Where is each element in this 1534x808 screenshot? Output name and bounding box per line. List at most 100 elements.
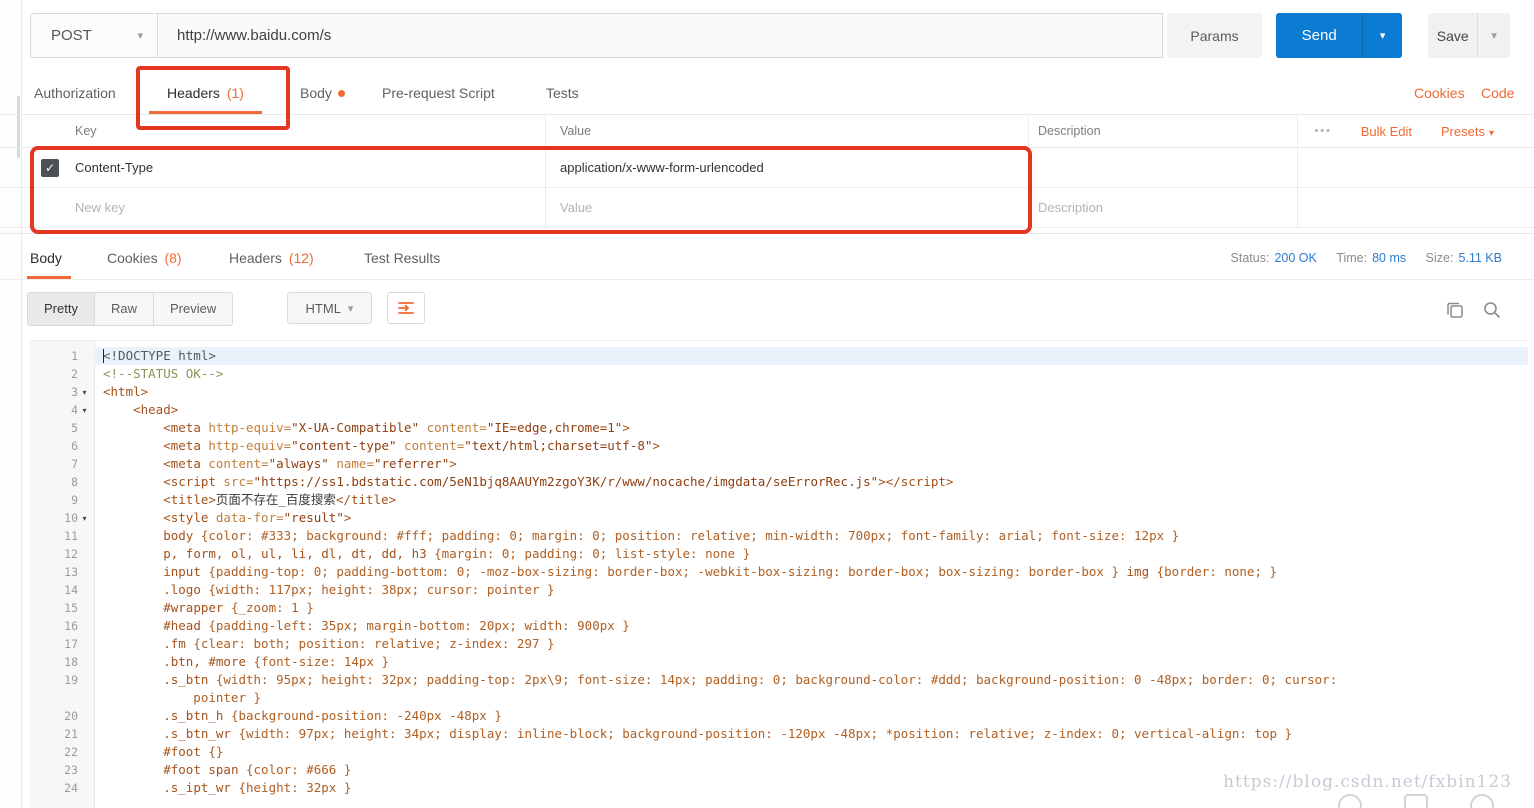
tab-body[interactable]: Body (300, 72, 345, 114)
line-gutter: 13 (30, 563, 94, 581)
code-line: 12 p, form, ol, ul, li, dl, dt, dd, h3 {… (30, 545, 1528, 563)
column-value: Value (560, 124, 592, 138)
code-line: 9 <title>页面不存在_百度搜索</title> (30, 491, 1528, 509)
fold-toggle-icon[interactable]: ▾ (78, 514, 91, 523)
column-divider (1297, 114, 1298, 228)
tab-authorization[interactable]: Authorization (34, 72, 116, 114)
line-gutter: 8 (30, 473, 94, 491)
wrap-text-button[interactable] (387, 292, 425, 324)
code-token: .fm (163, 636, 186, 651)
new-description-input[interactable]: Description (1038, 188, 1103, 227)
line-gutter: 5 (30, 419, 94, 437)
tab-tests[interactable]: Tests (546, 72, 579, 114)
code-text: <html> (94, 383, 1528, 401)
code-token: http-equiv= (200, 420, 292, 435)
line-number: 19 (64, 673, 78, 687)
search-button[interactable] (1481, 299, 1503, 321)
code-text: #foot {} (94, 743, 1528, 761)
tab-pre-request-script[interactable]: Pre-request Script (382, 72, 495, 114)
line-number: 11 (64, 529, 78, 543)
code-token: {border: none; } (1149, 564, 1278, 579)
code-token: "text/html;charset=utf-8" (464, 438, 653, 453)
postman-window: POST ▾ http://www.baidu.com/s Params Sen… (0, 0, 1534, 808)
bulk-edit-link[interactable]: Bulk Edit (1361, 115, 1412, 148)
more-options-icon[interactable]: ••• (1314, 115, 1332, 148)
code-text: <meta http-equiv="content-type" content=… (94, 437, 1528, 455)
line-number: 13 (64, 565, 78, 579)
code-token: .s_btn (163, 672, 209, 687)
code-text: .s_btn_h {background-position: -240px -4… (94, 707, 1528, 725)
send-split-button: Send ▾ (1276, 13, 1402, 58)
code-token: {padding-left: 35px; margin-bottom: 20px… (200, 618, 630, 633)
response-tab-headers[interactable]: Headers (12) (229, 236, 314, 280)
fold-toggle-icon[interactable]: ▾ (78, 406, 91, 415)
url-text: http://www.baidu.com/s (177, 27, 332, 44)
code-link[interactable]: Code (1481, 72, 1514, 114)
code-token: <title> (163, 492, 216, 507)
fold-toggle-icon[interactable]: ▾ (78, 388, 91, 397)
key-cell[interactable]: Content-Type (75, 148, 153, 187)
params-label: Params (1190, 27, 1239, 44)
language-dropdown[interactable]: HTML ▾ (287, 292, 372, 324)
code-line: 15 #wrapper {_zoom: 1 } (30, 599, 1528, 617)
response-tab-cookies[interactable]: Cookies (8) (107, 236, 182, 280)
tab-label: Pre-request Script (382, 85, 495, 101)
presets-dropdown[interactable]: Presets ▾ (1441, 115, 1494, 150)
params-button[interactable]: Params (1167, 13, 1262, 58)
table-row: ✓ Content-Type application/x-www-form-ur… (0, 148, 1534, 188)
line-number: 8 (71, 475, 78, 489)
status-label: Status: (1230, 251, 1270, 265)
chevron-down-icon: ▾ (1491, 30, 1497, 42)
response-tab-body[interactable]: Body (30, 236, 62, 280)
pretty-button[interactable]: Pretty (28, 293, 95, 325)
code-token: .s_btn_h (163, 708, 224, 723)
line-number: 21 (64, 727, 78, 741)
response-tab-test-results[interactable]: Test Results (364, 236, 440, 280)
code-line: 21 .s_btn_wr {width: 97px; height: 34px;… (30, 725, 1528, 743)
line-gutter (30, 689, 94, 707)
raw-button[interactable]: Raw (95, 293, 154, 325)
line-gutter: 15 (30, 599, 94, 617)
new-value-input[interactable]: Value (560, 188, 592, 227)
save-button[interactable]: Save (1428, 13, 1477, 58)
new-key-input[interactable]: New key (75, 188, 125, 227)
code-token: {clear: both; position: relative; z-inde… (185, 636, 555, 651)
code-token: #wrapper (163, 600, 224, 615)
tab-headers[interactable]: Headers (1) (149, 72, 262, 114)
view-mode-segmented: Pretty Raw Preview (27, 292, 234, 326)
tab-label: Tests (546, 85, 579, 101)
response-body-viewer[interactable]: 1 <!DOCTYPE html> 2 <!--STATUS OK--> 3 ▾ <html… (30, 340, 1528, 808)
watermark-text: https://blog.csdn.net/fxbin123 (1223, 772, 1512, 792)
url-input[interactable]: http://www.baidu.com/s (157, 13, 1163, 58)
code-text: input {padding-top: 0; padding-bottom: 0… (94, 563, 1528, 581)
send-dropdown-button[interactable]: ▾ (1362, 13, 1402, 58)
copy-button[interactable] (1444, 299, 1466, 321)
value-cell[interactable]: application/x-www-form-urlencoded (560, 148, 764, 187)
code-token: <script (163, 474, 216, 489)
row-checkbox[interactable]: ✓ (41, 159, 59, 177)
code-text: <!--STATUS OK--> (94, 365, 1528, 383)
tab-label: Body (30, 250, 62, 266)
code-token: input (163, 564, 201, 579)
tab-count: (8) (164, 250, 182, 266)
code-line: 17 .fm {clear: both; position: relative;… (30, 635, 1528, 653)
line-number: 5 (71, 421, 78, 435)
preview-button[interactable]: Preview (154, 293, 232, 325)
code-token: content= (396, 438, 465, 453)
line-gutter: 17 (30, 635, 94, 653)
line-gutter: 14 (30, 581, 94, 599)
code-line: 5 <meta http-equiv="X-UA-Compatible" con… (30, 419, 1528, 437)
column-key: Key (75, 124, 97, 138)
code-text: .btn, #more {font-size: 14px } (94, 653, 1528, 671)
method-select[interactable]: POST ▾ (30, 13, 157, 58)
send-button[interactable]: Send (1276, 13, 1363, 58)
code-token: </title> (335, 492, 397, 507)
cookies-link[interactable]: Cookies (1414, 72, 1465, 114)
code-token: "X-UA-Compatible" (291, 420, 420, 435)
save-dropdown-button[interactable]: ▾ (1477, 13, 1510, 58)
line-number: 22 (64, 745, 78, 759)
